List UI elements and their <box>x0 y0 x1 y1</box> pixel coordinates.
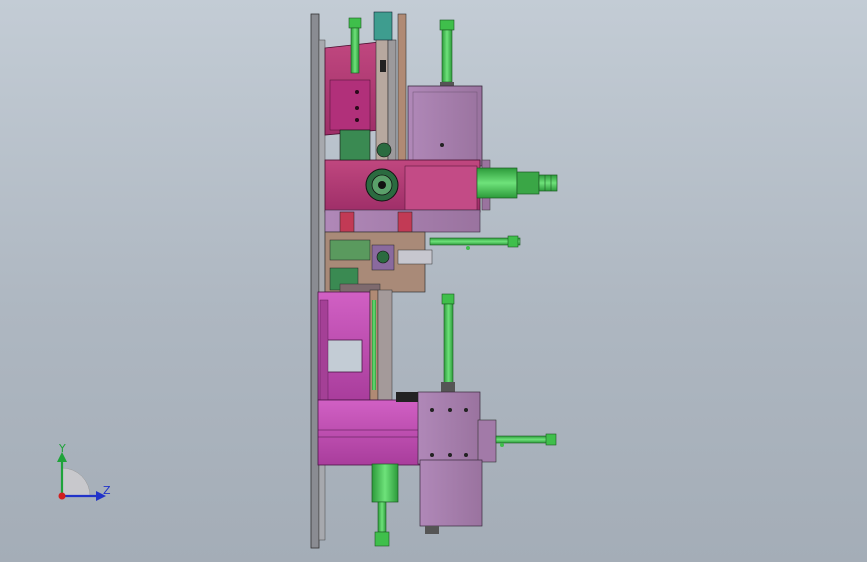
lower-vertical-cylinder[interactable] <box>441 293 455 392</box>
axis-triad: Y Z <box>57 442 111 501</box>
lower-frame[interactable] <box>317 291 371 401</box>
top-left-cylinder[interactable] <box>348 17 362 74</box>
triad-quarter-disc <box>61 467 91 497</box>
y-axis-label: Y <box>58 442 66 455</box>
bottom-housing[interactable] <box>419 459 483 534</box>
teal-block <box>373 11 393 41</box>
top-right-cylinder[interactable] <box>439 19 455 88</box>
machine-assembly-model[interactable] <box>0 0 867 562</box>
middle-push-rod[interactable] <box>429 235 521 250</box>
back-plate[interactable] <box>310 13 326 549</box>
lower-carriage[interactable] <box>317 391 497 466</box>
x-axis-dot <box>58 492 66 500</box>
bottom-vertical-cylinder[interactable] <box>371 463 399 547</box>
lower-push-rod[interactable] <box>495 433 557 447</box>
cad-viewport[interactable]: Y Z <box>0 0 867 562</box>
z-axis-label: Z <box>103 484 111 497</box>
bearing-gear[interactable] <box>365 168 399 202</box>
middle-mechanism[interactable] <box>324 231 433 295</box>
lower-guide-rods[interactable] <box>369 289 393 401</box>
upper-right-motor[interactable] <box>476 167 558 199</box>
